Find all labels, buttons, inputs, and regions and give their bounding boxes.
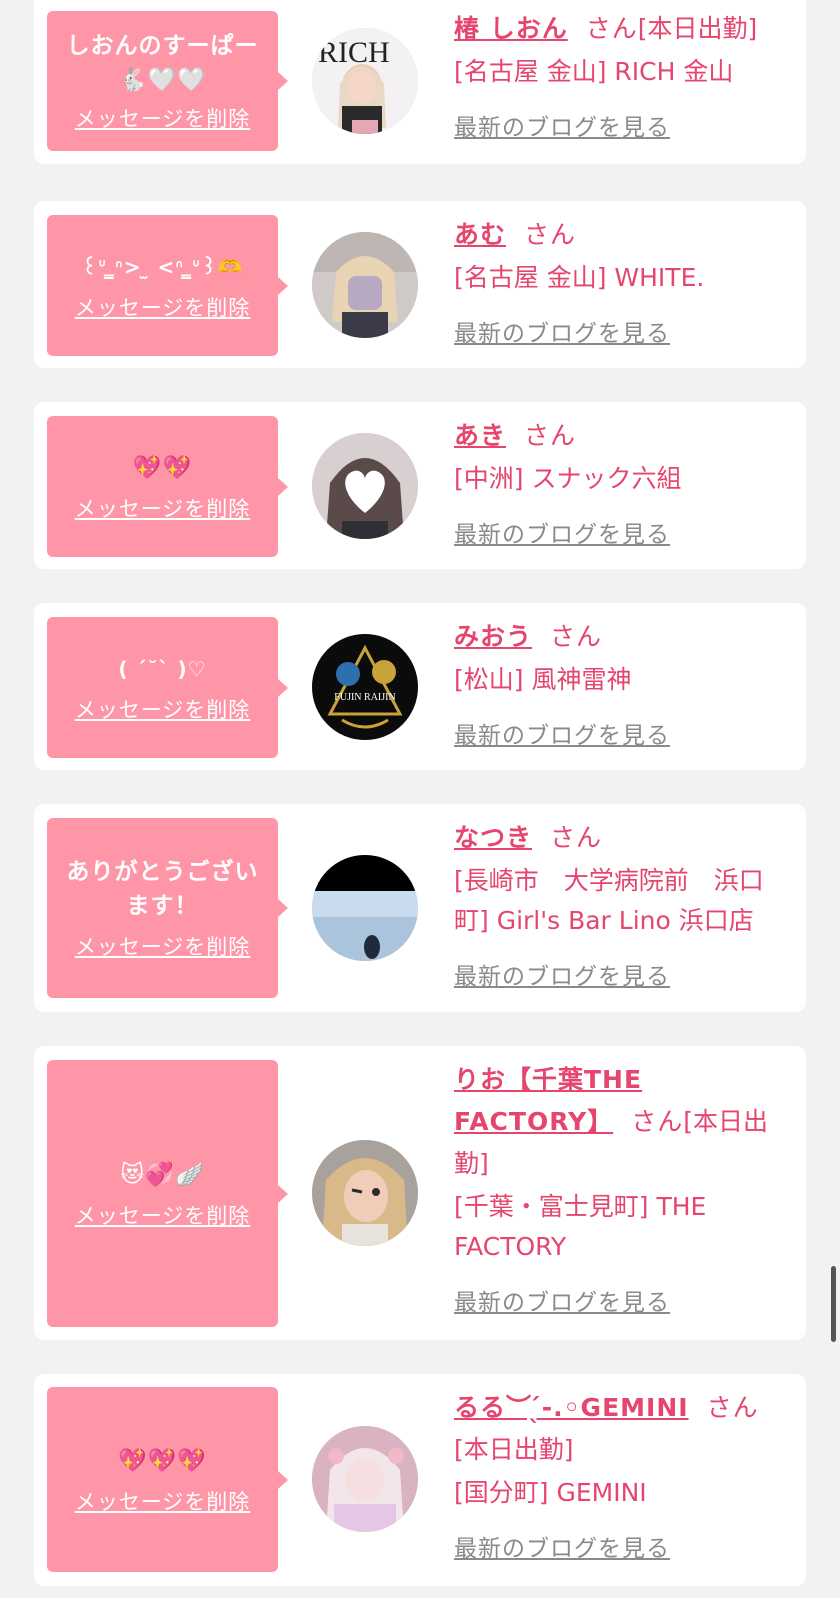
honorific: さん xyxy=(706,1393,759,1422)
honorific: さん xyxy=(550,622,603,651)
avatar-fujin-raijin-logo: FUJIN RAIJIN xyxy=(312,634,418,740)
cast-name-link[interactable]: あき xyxy=(454,421,506,450)
view-latest-blog-link[interactable]: 最新のブログを見る xyxy=(454,1283,670,1317)
avatar[interactable]: RICH xyxy=(312,28,418,134)
avatar-blurred-photo xyxy=(312,232,418,338)
cast-info: みおう さん [松山] 風神雷神 最新のブログを見る xyxy=(454,616,790,750)
message-card: 😻💞🪽 メッセージを削除 りお【千葉THE FACTORY】 さん[本日出勤] [… xyxy=(34,1046,806,1340)
view-latest-blog-link[interactable]: 最新のブログを見る xyxy=(454,108,670,142)
avatar[interactable]: FUJIN RAIJIN xyxy=(312,634,418,740)
message-text: 💖💖 xyxy=(132,454,193,481)
delete-message-button[interactable]: メッセージを削除 xyxy=(75,103,251,133)
cast-name-link[interactable]: 椿 しおん xyxy=(454,14,568,43)
cast-info: あき さん [中洲] スナック六組 最新のブログを見る xyxy=(454,415,790,549)
honorific: さん xyxy=(585,14,638,43)
avatar-seaside-photo xyxy=(312,855,418,961)
cast-name-link[interactable]: みおう xyxy=(454,622,532,651)
message-card: しおんのすーぱー🐇🤍🤍 メッセージを削除 RICH 椿 しおん さん[本日出勤] … xyxy=(34,0,806,164)
cast-info: あむ さん [名古屋 金山] WHITE. 最新のブログを見る xyxy=(454,214,790,348)
scrollbar[interactable] xyxy=(831,1266,836,1342)
cast-name-link[interactable]: なつき xyxy=(454,823,532,852)
svg-text:RICH: RICH xyxy=(318,36,390,69)
avatar[interactable] xyxy=(312,1426,418,1532)
avatar-heart-covered-face xyxy=(312,433,418,539)
message-bubble: ꒰ᐡ ̳ᐢ> ̫ <ᐢ ̳ᐡ꒱🫶 メッセージを削除 xyxy=(47,215,288,356)
avatar[interactable] xyxy=(312,433,418,539)
message-bubble: 😻💞🪽 メッセージを削除 xyxy=(47,1060,288,1327)
attendance-tag: [本日出勤] xyxy=(454,1435,574,1464)
honorific: さん xyxy=(631,1107,684,1136)
message-card: 💖💖 メッセージを削除 あき さん [中洲] スナック六組 最新のブログを見る xyxy=(34,402,806,569)
avatar[interactable] xyxy=(312,232,418,338)
message-card: ありがとうございます！ メッセージを削除 なつき さん [長崎市 大学病院前 浜口… xyxy=(34,804,806,1012)
message-bubble: ありがとうございます！ メッセージを削除 xyxy=(47,818,288,998)
message-card: ꒰ᐡ ̳ᐢ> ̫ <ᐢ ̳ᐡ꒱🫶 メッセージを削除 あむ さん [名古屋 金山] … xyxy=(34,201,806,368)
honorific: さん xyxy=(524,421,577,450)
message-text: 💖💖💖 xyxy=(118,1447,207,1474)
cast-info: なつき さん [長崎市 大学病院前 浜口町] Girl's Bar Lino 浜口… xyxy=(454,817,790,991)
message-card: 💖💖💖 メッセージを削除 るる︶ ̖́-.◦GEMINI さん [本日出勤] [国分… xyxy=(34,1374,806,1586)
avatar-pink-doll-photo xyxy=(312,1426,418,1532)
view-latest-blog-link[interactable]: 最新のブログを見る xyxy=(454,515,670,549)
message-bubble: 💖💖 メッセージを削除 xyxy=(47,416,288,557)
view-latest-blog-link[interactable]: 最新のブログを見る xyxy=(454,716,670,750)
delete-message-button[interactable]: メッセージを削除 xyxy=(75,931,251,961)
message-bubble: ( ´˘` )♡ メッセージを削除 xyxy=(47,617,288,758)
delete-message-button[interactable]: メッセージを削除 xyxy=(75,1486,251,1516)
message-text: 😻💞🪽 xyxy=(120,1161,205,1188)
attendance-tag: [本日出勤] xyxy=(637,14,758,43)
avatar-logo-text: FUJIN RAIJIN xyxy=(334,692,395,703)
shop-name: [中洲] スナック六組 xyxy=(454,464,682,493)
view-latest-blog-link[interactable]: 最新のブログを見る xyxy=(454,314,670,348)
avatar-wink-selfie xyxy=(312,1140,418,1246)
message-bubble: しおんのすーぱー🐇🤍🤍 メッセージを削除 xyxy=(47,11,288,151)
shop-name: [長崎市 大学病院前 浜口町] Girl's Bar Lino 浜口店 xyxy=(454,866,764,935)
view-latest-blog-link[interactable]: 最新のブログを見る xyxy=(454,1529,670,1563)
avatar-magazine-cover: RICH xyxy=(312,28,418,134)
cast-name-link[interactable]: りお【千葉THE FACTORY】 xyxy=(454,1065,642,1136)
message-card: ( ´˘` )♡ メッセージを削除 FUJIN RAIJIN みおう さん [松山… xyxy=(34,603,806,770)
delete-message-button[interactable]: メッセージを削除 xyxy=(75,694,251,724)
shop-name: [名古屋 金山] WHITE. xyxy=(454,263,705,292)
message-text: しおんのすーぱー🐇🤍🤍 xyxy=(66,33,259,93)
honorific: さん xyxy=(524,220,577,249)
view-latest-blog-link[interactable]: 最新のブログを見る xyxy=(454,957,670,991)
cast-name-link[interactable]: るる︶ ̖́-.◦GEMINI xyxy=(454,1393,689,1422)
delete-message-button[interactable]: メッセージを削除 xyxy=(75,1200,251,1230)
cast-name-link[interactable]: あむ xyxy=(454,220,506,249)
message-bubble: 💖💖💖 メッセージを削除 xyxy=(47,1387,288,1572)
shop-name: [名古屋 金山] RICH 金山 xyxy=(454,57,734,86)
delete-message-button[interactable]: メッセージを削除 xyxy=(75,493,251,523)
message-text: ( ´˘` )♡ xyxy=(118,656,207,681)
shop-name: [千葉・富士見町] THE FACTORY xyxy=(454,1192,707,1261)
avatar[interactable] xyxy=(312,1140,418,1246)
message-text: ꒰ᐡ ̳ᐢ> ̫ <ᐢ ̳ᐡ꒱🫶 xyxy=(81,254,244,279)
cast-info: 椿 しおん さん[本日出勤] [名古屋 金山] RICH 金山 最新のブログを見る xyxy=(454,8,790,142)
delete-message-button[interactable]: メッセージを削除 xyxy=(75,292,251,322)
cast-info: りお【千葉THE FACTORY】 さん[本日出勤] [千葉・富士見町] THE … xyxy=(454,1059,790,1317)
shop-name: [国分町] GEMINI xyxy=(454,1478,647,1507)
avatar[interactable] xyxy=(312,855,418,961)
honorific: さん xyxy=(550,823,603,852)
cast-info: るる︶ ̖́-.◦GEMINI さん [本日出勤] [国分町] GEMINI 最新の… xyxy=(454,1387,790,1563)
shop-name: [松山] 風神雷神 xyxy=(454,665,632,694)
message-text: ありがとうございます！ xyxy=(66,859,259,919)
